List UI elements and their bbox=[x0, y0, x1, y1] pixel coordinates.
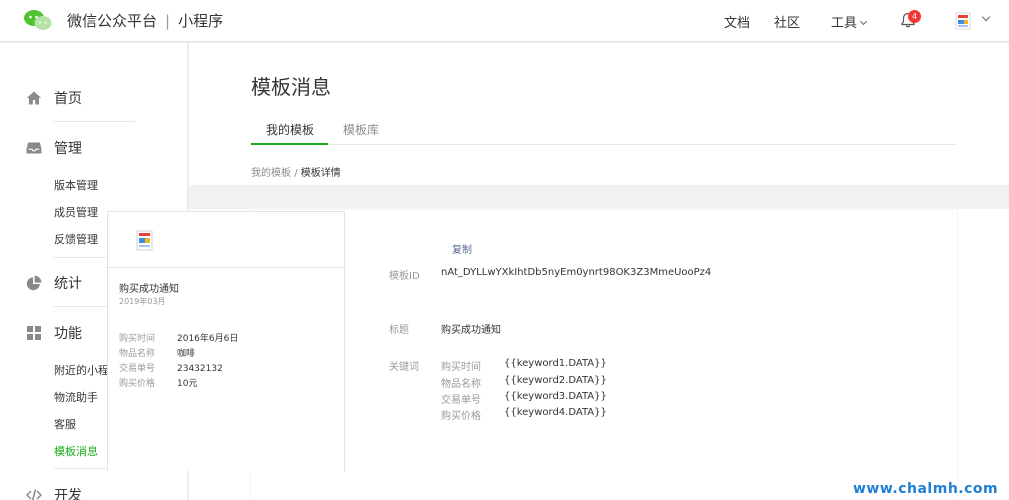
preview-row-key: 购买时间 bbox=[119, 334, 156, 344]
tabs-divider bbox=[251, 144, 957, 145]
keyword-value: {{keyword4.DATA}} bbox=[504, 407, 607, 418]
breadcrumb-separator: / bbox=[294, 168, 298, 179]
tab-template-library[interactable]: 模板库 bbox=[343, 121, 379, 138]
template-detail-panel bbox=[251, 209, 957, 500]
sidebar-item-logistics[interactable]: 物流助手 bbox=[54, 389, 98, 405]
avatar[interactable] bbox=[953, 11, 973, 31]
breadcrumb-parent-link[interactable]: 我的模板 bbox=[251, 168, 291, 179]
preview-row-key: 物品名称 bbox=[119, 349, 156, 359]
card-divider bbox=[108, 267, 344, 268]
keyword-name: 交易单号 bbox=[441, 395, 481, 406]
notification-badge: 4 bbox=[908, 10, 921, 23]
keyword-name: 购买价格 bbox=[441, 411, 481, 422]
preview-row-value: 2016年6月6日 bbox=[177, 334, 239, 344]
keyword-value: {{keyword3.DATA}} bbox=[504, 391, 607, 402]
sidebar-item-label: 统计 bbox=[54, 276, 82, 292]
sidebar-section-label: 管理 bbox=[54, 141, 82, 157]
home-icon bbox=[26, 91, 42, 105]
sidebar-section-label: 功能 bbox=[54, 326, 82, 342]
grid-icon bbox=[27, 326, 41, 340]
sidebar-divider bbox=[54, 121, 135, 122]
preview-row-value: 咖啡 bbox=[177, 349, 196, 359]
breadcrumb: 我的模板 / 模板详情 bbox=[251, 164, 341, 179]
product-name: 小程序 bbox=[178, 12, 224, 30]
preview-row: 购买价格 10元 bbox=[119, 376, 197, 389]
sidebar-item-customer-service[interactable]: 客服 bbox=[54, 416, 76, 432]
message-preview-card: 购买成功通知 2019年03月 购买时间 2016年6月6日 物品名称 咖啡 交易单… bbox=[107, 211, 345, 471]
inbox-icon bbox=[26, 142, 42, 154]
title-label: 标题 bbox=[389, 325, 409, 336]
sidebar-item-label: 首页 bbox=[54, 91, 82, 107]
page-title: 模板消息 bbox=[251, 75, 331, 99]
keyword-value: {{keyword2.DATA}} bbox=[504, 375, 607, 386]
avatar-chevron-down-icon[interactable] bbox=[981, 12, 991, 22]
sidebar-item-version[interactable]: 版本管理 bbox=[54, 177, 98, 193]
sidebar-item-develop[interactable]: 开发 bbox=[26, 485, 82, 500]
section-gap bbox=[189, 185, 1009, 209]
breadcrumb-current: 模板详情 bbox=[300, 168, 341, 179]
sidebar-section-features[interactable]: 功能 bbox=[26, 323, 82, 343]
nav-tools-menu[interactable]: 工具 bbox=[831, 12, 868, 31]
top-header: 微信公众平台 | 小程序 文档 社区 工具 4 bbox=[0, 0, 1009, 42]
sidebar-item-members[interactable]: 成员管理 bbox=[54, 204, 98, 220]
keyword-name: 购买时间 bbox=[441, 362, 481, 373]
brand-separator: | bbox=[165, 12, 171, 30]
keyword-value: {{keyword1.DATA}} bbox=[504, 358, 607, 369]
tab-my-templates[interactable]: 我的模板 bbox=[266, 121, 314, 138]
sidebar-section-manage[interactable]: 管理 bbox=[26, 138, 82, 158]
brand-title[interactable]: 微信公众平台 | 小程序 bbox=[67, 10, 223, 31]
keywords-label: 关键词 bbox=[389, 362, 419, 373]
sidebar-item-home[interactable]: 首页 bbox=[26, 88, 82, 108]
nav-tools-label: 工具 bbox=[831, 16, 858, 31]
preview-date: 2019年03月 bbox=[119, 297, 166, 306]
wechat-logo-icon[interactable] bbox=[24, 9, 52, 31]
template-id-label: 模板ID bbox=[389, 271, 420, 282]
sidebar-item-stats[interactable]: 统计 bbox=[26, 273, 82, 293]
sidebar-item-label: 开发 bbox=[54, 488, 82, 500]
active-tab-indicator bbox=[251, 143, 328, 145]
sidebar-item-template-message[interactable]: 模板消息 bbox=[54, 443, 98, 459]
template-id-value: nAt_DYLLwYXkIhtDb5nyEm0ynrt98OK3Z3MmeUoo… bbox=[441, 267, 712, 278]
keyword-name: 物品名称 bbox=[441, 379, 481, 390]
preview-row-key: 交易单号 bbox=[119, 364, 156, 374]
preview-row-value: 23432132 bbox=[177, 364, 223, 374]
code-icon bbox=[26, 489, 42, 500]
sidebar-item-feedback[interactable]: 反馈管理 bbox=[54, 231, 98, 247]
preview-row: 交易单号 23432132 bbox=[119, 361, 223, 374]
nav-docs-link[interactable]: 文档 bbox=[724, 12, 750, 31]
copy-link[interactable]: 复制 bbox=[452, 241, 472, 256]
preview-row: 购买时间 2016年6月6日 bbox=[119, 331, 238, 344]
preview-title: 购买成功通知 bbox=[119, 284, 179, 295]
mini-program-logo-icon bbox=[136, 230, 153, 251]
preview-row-value: 10元 bbox=[177, 379, 198, 389]
chevron-down-icon bbox=[859, 17, 868, 26]
brand-name: 微信公众平台 bbox=[67, 12, 158, 30]
pie-chart-icon bbox=[26, 275, 42, 291]
preview-row: 物品名称 咖啡 bbox=[119, 346, 195, 359]
preview-row-key: 购买价格 bbox=[119, 379, 156, 389]
title-value: 购买成功通知 bbox=[441, 325, 501, 336]
watermark-text: www.chalmh.com bbox=[853, 481, 999, 497]
nav-community-link[interactable]: 社区 bbox=[774, 12, 800, 31]
